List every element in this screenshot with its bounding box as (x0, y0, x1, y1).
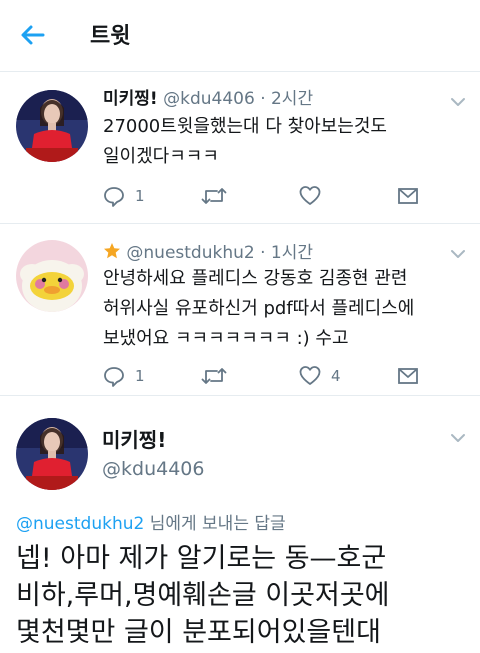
like-button[interactable]: 4 (299, 363, 341, 389)
retweet-button[interactable] (201, 183, 237, 209)
chevron-down-icon[interactable] (450, 430, 466, 446)
direct-message-button[interactable] (397, 183, 419, 209)
heart-icon (299, 366, 321, 385)
replying-to: @nuestdukhu2 님에게 보내는 답글 (16, 509, 286, 534)
tweet-text-line: 보냈어요 ㅋㅋㅋㅋㅋㅋㅋ :) 수고 (103, 328, 349, 349)
timestamp: · 2시간 (260, 89, 314, 109)
tweet-text-line: 비하,루머,명예훼손글 이곳저곳에 (16, 580, 390, 611)
action-bar: 1 4 (103, 363, 433, 389)
reply-button[interactable]: 1 (103, 363, 145, 389)
avatar[interactable] (16, 90, 88, 162)
top-bar: 트윗 (0, 0, 480, 72)
focused-tweet: 미키찡! @kdu4406 @nuestdukhu2 님에게 보내는 답글 넵!… (0, 396, 480, 653)
retweet-icon (201, 368, 227, 384)
tweet-text: 넵! 아마 제가 알기로는 동—호군 비하,루머,명예훼손글 이곳저곳에 몇천몇… (16, 540, 390, 651)
avatar[interactable] (16, 240, 88, 312)
tweet-item[interactable]: 미키찡! @kdu4406 · 2시간 27000트윗을했는대 다 찾아보는것도… (0, 72, 480, 224)
heart-icon (299, 186, 321, 205)
retweet-icon (201, 188, 227, 204)
tweet-header: 미키찡! @kdu4406 · 2시간 (103, 84, 313, 109)
reply-mention-link[interactable]: @nuestdukhu2 (16, 514, 144, 534)
back-button[interactable] (18, 20, 48, 50)
page-title: 트윗 (90, 24, 131, 49)
avatar[interactable] (16, 418, 88, 490)
like-button[interactable] (299, 183, 331, 209)
envelope-icon (398, 188, 418, 204)
action-bar: 1 (103, 183, 433, 209)
display-name[interactable]: 미키찡! (102, 424, 166, 453)
tweet-text-line: 일이겠다ㅋㅋㅋ (103, 146, 219, 167)
handle[interactable]: @nuestdukhu2 (126, 243, 254, 263)
reply-button[interactable]: 1 (103, 183, 145, 209)
handle[interactable]: @kdu4406 (102, 458, 204, 480)
display-name[interactable]: 미키찡! (103, 89, 158, 109)
reply-icon (104, 187, 124, 207)
tweet-text-line: 27000트윗을했는대 다 찾아보는것도 (103, 116, 387, 137)
handle[interactable]: @kdu4406 (163, 89, 255, 109)
direct-message-button[interactable] (397, 363, 419, 389)
chevron-down-icon[interactable] (450, 246, 466, 262)
arrow-left-icon (21, 25, 45, 45)
like-count: 4 (331, 367, 341, 385)
reply-icon (104, 367, 124, 387)
tweet-header: @nuestdukhu2 · 1시간 (103, 238, 313, 263)
reply-count: 1 (135, 187, 145, 205)
tweet-text: 안녕하세요 플레디스 강동호 김종현 관련 허위사실 유포하신거 pdf따서 플… (103, 264, 414, 354)
tweet-text-line: 넵! 아마 제가 알기로는 동—호군 (16, 543, 387, 574)
tweet-text-line: 안녕하세요 플레디스 강동호 김종현 관련 (103, 268, 408, 289)
reply-count: 1 (135, 367, 145, 385)
tweet-text-line: 허위사실 유포하신거 pdf따서 플레디스에 (103, 298, 415, 319)
star-icon (104, 243, 120, 259)
timestamp: · 1시간 (260, 243, 314, 263)
tweet-text: 27000트윗을했는대 다 찾아보는것도 일이겠다ㅋㅋㅋ (103, 112, 387, 172)
retweet-button[interactable] (201, 363, 237, 389)
reply-suffix: 님에게 보내는 답글 (144, 514, 286, 534)
envelope-icon (398, 368, 418, 384)
tweet-item[interactable]: @nuestdukhu2 · 1시간 안녕하세요 플레디스 강동호 김종현 관련… (0, 224, 480, 396)
chevron-down-icon[interactable] (450, 94, 466, 110)
tweet-text-line: 몇천몇만 글이 분포되어있을텐대 (16, 617, 381, 648)
